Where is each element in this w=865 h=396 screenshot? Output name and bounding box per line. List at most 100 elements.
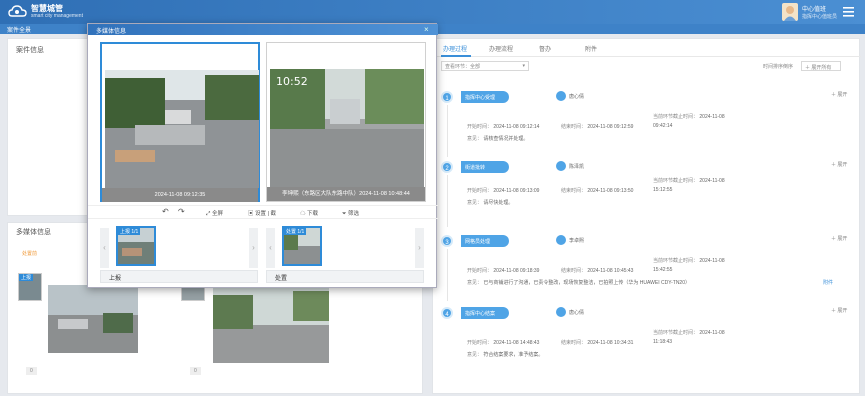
thumbnail[interactable]: 上报 [18,273,42,301]
step-person: 陈泽凯 [569,164,585,170]
dialog-title: 多媒体信息 [96,29,127,35]
start-row: 开始时间： 2024-11-08 09:12:14 [467,123,539,130]
rotate-right-icon[interactable]: ↷ [178,207,185,216]
deadline-label: 当前环节截止时间： [653,330,699,336]
opinion-value: 请核查情况并处理。 [483,136,529,142]
end-label: 结束时间： [561,268,587,274]
image-icon: ▣ [248,211,254,217]
end-label: 结束时间： [561,340,587,346]
pager[interactable]: 0 [26,367,37,375]
attachment-link[interactable]: 附件 [823,279,833,286]
step-name: 指挥中心结案 [461,307,509,319]
step-number: 1 [441,91,453,103]
cloud-download-icon: ☁ [300,211,306,217]
preview-image[interactable] [213,285,329,363]
unfold-label: 展开 [837,236,848,242]
dispose-strip: ‹ 处置 1/1 › 处置 [266,224,424,284]
start-label: 开始时间： [467,340,493,346]
strip-thumbnail[interactable]: 处置 1/1 [282,226,322,266]
opinion-label: 意见： [467,200,483,206]
chevron-right-icon[interactable]: › [415,228,424,268]
fullscreen-button[interactable]: ⤢ 全屏 [206,209,223,218]
dispose-photo[interactable]: 10:52 [270,69,424,187]
deadline-time: 15:42:55 [653,267,673,273]
strip-thumbnail[interactable]: 上报 1/1 [116,226,156,266]
opinion-label: 意见： [467,136,483,142]
breadcrumb[interactable]: 案件全景 [7,25,31,34]
before-label: 处置前 [22,251,38,257]
tab-process[interactable]: 办理过程 [443,44,467,53]
multimedia-dialog: 多媒体信息 × 2024-11-08 09:12:35 10:52 李坤熙（东路… [87,23,438,288]
filter-label: 筛选 [347,211,359,217]
chevron-left-icon[interactable]: ‹ [100,228,109,268]
preview-image[interactable] [48,285,138,353]
report-photo[interactable] [105,70,259,188]
end-value: 2024-11-08 10:34:31 [587,340,634,346]
start-value: 2024-11-08 09:12:14 [493,124,540,130]
start-row: 开始时间： 2024-11-08 14:48:43 [467,339,539,346]
download-button[interactable]: ☁ 下载 [300,209,318,217]
end-value: 2024-11-08 09:13:50 [587,188,634,194]
filter-icon: ⏷ [342,211,347,217]
unfold-button[interactable]: ＋ 展开 [831,235,847,242]
tab-underline [441,55,471,57]
chevron-right-icon[interactable]: › [249,228,258,268]
photo-caption: 2024-11-08 09:12:35 [102,188,258,202]
step-number: 4 [441,307,453,319]
viewer-toolbar: ↶ ↷ ⤢ 全屏 ▣ 设置 | 截 ☁ 下载 ⏷ 筛选 [88,205,438,219]
expand-icon: ⤢ [206,211,211,217]
opinion-row: 意见： 已与商铺进行了沟通，已责令整改，现场恢复整洁，已拍照上传（华为 HUAW… [467,279,690,286]
chevron-left-icon[interactable]: ‹ [266,228,275,268]
tab-flow[interactable]: 办理流程 [489,44,513,53]
filter-button[interactable]: ⏷ 筛选 [342,209,359,218]
street-photo [105,70,259,188]
opinion-row: 意见： 请尽快处理。 [467,199,513,206]
panel-title: 多媒体信息 [16,229,51,236]
start-value: 2024-11-08 09:18:39 [493,268,540,274]
step-name: 网格员处理 [461,235,509,247]
step-number: 2 [441,161,453,173]
step-person: 李卓熙 [569,238,585,244]
pager[interactable]: 0 [190,367,201,375]
rotate-left-icon[interactable]: ↶ [162,207,169,216]
tab-supervise[interactable]: 督办 [539,44,551,53]
report-strip: ‹ 上报 1/1 › 上报 [100,224,258,284]
opinion-label: 意见： [467,352,483,358]
step-name: 指挥中心受理 [461,91,509,103]
compare-label: 设置 | 截 [255,211,277,217]
step-person: 唐心倩 [569,94,585,100]
opinion-row: 意见： 请核查情况并处理。 [467,135,528,142]
end-row: 结束时间： 2024-11-08 10:45:43 [561,267,633,274]
media-card-dispose[interactable]: 10:52 李坤熙（东路区大队东路中队）2024-11-08 10:48:44 [266,42,426,202]
avatar[interactable] [782,3,798,21]
menu-icon[interactable] [843,7,854,17]
unfold-button[interactable]: ＋ 展开 [831,91,847,98]
deadline-label: 当前环节截止时间： [653,114,699,120]
start-label: 开始时间： [467,188,493,194]
step-filter-select[interactable]: 查看环节：全部 ▾ [441,61,529,71]
unfold-button[interactable]: ＋ 展开 [831,307,847,314]
strip-tag: 处置 1/1 [284,228,307,235]
sort-toggle[interactable]: 时间排序倒序 [763,63,793,70]
step-item: 4 指挥中心结案 唐心倩 ＋ 展开 当前环节截止时间： 2024-11-08 开… [433,303,861,373]
step-person: 唐心倩 [569,310,585,316]
start-value: 2024-11-08 14:48:43 [493,340,540,346]
deadline-time: 09:42:14 [653,123,673,129]
tab-attachment[interactable]: 附件 [585,44,597,53]
start-value: 2024-11-08 09:13:09 [493,188,540,194]
close-icon[interactable]: × [424,25,429,34]
deadline-row: 当前环节截止时间： 2024-11-08 [653,257,725,264]
step-name: 街道批转 [461,161,509,173]
step-item: 3 网格员处理 李卓熙 ＋ 展开 当前环节截止时间： 2024-11-08 开始… [433,231,861,301]
deadline-value: 2024-11-08 [699,178,725,184]
deadline-label: 当前环节截止时间： [653,178,699,184]
compare-button[interactable]: ▣ 设置 | 截 [248,209,276,217]
user-name[interactable]: 中心值班 [802,4,826,13]
unfold-button[interactable]: ＋ 展开 [831,161,847,168]
process-panel: 办理过程 办理流程 督办 附件 查看环节：全部 ▾ 时间排序倒序 ＋ 展开所有 1… [432,38,861,394]
step-item: 1 指挥中心受理 唐心倩 ＋ 展开 当前环节截止时间： 2024-11-08 开… [433,87,861,157]
panel-title: 案件信息 [16,47,44,54]
expand-all-button[interactable]: ＋ 展开所有 [801,61,841,71]
media-card-report[interactable]: 2024-11-08 09:12:35 [100,42,260,202]
opinion-value: 请尽快处理。 [483,200,514,206]
